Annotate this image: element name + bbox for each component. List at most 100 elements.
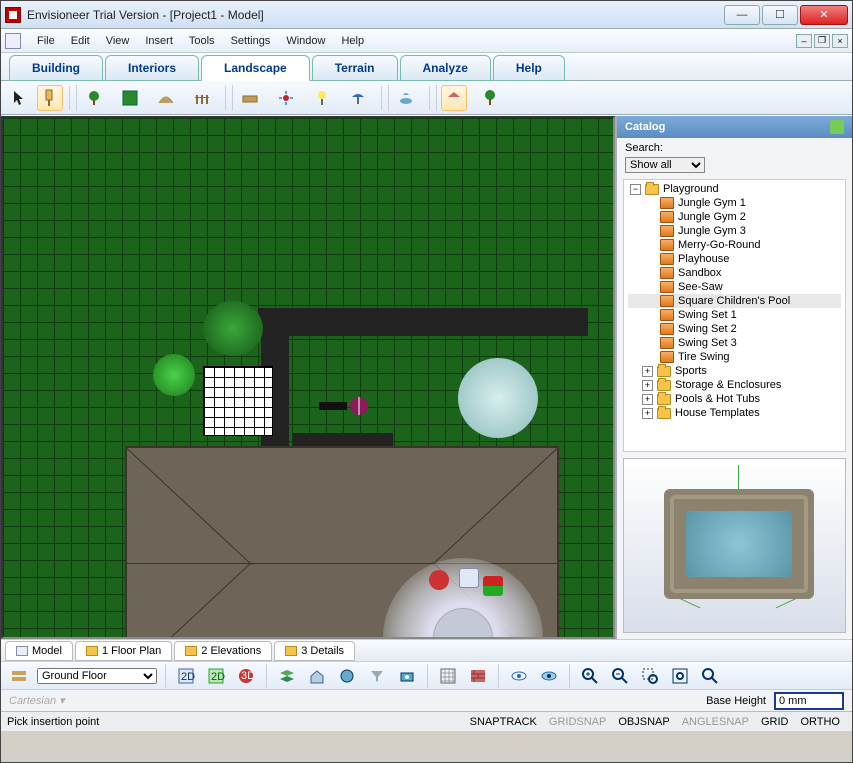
viewtab-details[interactable]: 3 Details xyxy=(274,641,355,661)
plants-tool[interactable] xyxy=(81,85,107,111)
tree-item[interactable]: Tire Swing xyxy=(628,350,841,364)
floor-select[interactable]: Ground Floor xyxy=(37,668,157,684)
coord-mode[interactable]: Cartesian ▾ xyxy=(9,694,65,707)
tree-item[interactable]: Playhouse xyxy=(628,252,841,266)
radial-center[interactable] xyxy=(433,608,493,639)
tree-item[interactable]: Swing Set 2 xyxy=(628,322,841,336)
select-tool[interactable] xyxy=(7,85,33,111)
snap-objsnap[interactable]: OBJSNAP xyxy=(612,714,675,730)
filter-button[interactable] xyxy=(365,664,389,688)
paint-tool[interactable] xyxy=(37,85,63,111)
view-2d-button[interactable]: 2D xyxy=(174,664,198,688)
shade-tool[interactable] xyxy=(345,85,371,111)
tree-item[interactable]: See-Saw xyxy=(628,280,841,294)
catalog-preview xyxy=(623,458,846,633)
tree-folder-playground[interactable]: −Playground xyxy=(628,182,841,196)
app-icon xyxy=(5,7,21,23)
menu-insert[interactable]: Insert xyxy=(137,32,181,50)
floor-icon[interactable] xyxy=(7,664,31,688)
zoom-fit-button[interactable] xyxy=(668,664,692,688)
tree-item[interactable]: Merry-Go-Round xyxy=(628,238,841,252)
camera-button[interactable] xyxy=(395,664,419,688)
expand-icon[interactable]: + xyxy=(642,394,653,405)
viewtab-elevations[interactable]: 2 Elevations xyxy=(174,641,272,661)
hatch-button[interactable] xyxy=(436,664,460,688)
tree-item[interactable]: Jungle Gym 3 xyxy=(628,224,841,238)
tree-item[interactable]: Jungle Gym 2 xyxy=(628,210,841,224)
radial-2d-icon[interactable] xyxy=(459,568,479,588)
edging-tool[interactable] xyxy=(153,85,179,111)
expand-icon[interactable]: + xyxy=(642,380,653,391)
lighting-tool[interactable] xyxy=(309,85,335,111)
tab-analyze[interactable]: Analyze xyxy=(400,55,491,81)
catalog-settings-icon[interactable] xyxy=(830,120,844,134)
expand-icon[interactable]: + xyxy=(642,366,653,377)
base-height-input[interactable] xyxy=(774,692,844,710)
tree-item[interactable]: Jungle Gym 1 xyxy=(628,196,841,210)
close-button[interactable]: ✕ xyxy=(800,5,848,25)
menu-view[interactable]: View xyxy=(98,32,138,50)
zoom-extra-button[interactable] xyxy=(698,664,722,688)
minimize-button[interactable]: — xyxy=(724,5,760,25)
snap-anglesnap[interactable]: ANGLESNAP xyxy=(676,714,755,730)
window-controls: — ☐ ✕ xyxy=(724,5,848,25)
menu-settings[interactable]: Settings xyxy=(223,32,279,50)
search-dropdown[interactable]: Show all xyxy=(625,157,705,173)
mdi-restore-button[interactable]: ❐ xyxy=(814,34,830,48)
tree-folder[interactable]: +Storage & Enclosures xyxy=(628,378,841,392)
tab-landscape[interactable]: Landscape xyxy=(201,55,310,81)
zoom-window-button[interactable] xyxy=(638,664,662,688)
snap-grid[interactable]: GRID xyxy=(755,714,795,730)
shrub-icon xyxy=(153,354,195,396)
tab-terrain[interactable]: Terrain xyxy=(312,55,398,81)
snap-ortho[interactable]: ORTHO xyxy=(794,714,846,730)
house-button[interactable] xyxy=(305,664,329,688)
tree-item[interactable]: Swing Set 1 xyxy=(628,308,841,322)
tab-help[interactable]: Help xyxy=(493,55,565,81)
tree-item[interactable]: Swing Set 3 xyxy=(628,336,841,350)
tab-building[interactable]: Building xyxy=(9,55,103,81)
water-tool[interactable] xyxy=(393,85,419,111)
snap-snaptrack[interactable]: SNAPTRACK xyxy=(464,714,543,730)
buildings-tool[interactable] xyxy=(441,85,467,111)
model-viewport[interactable] xyxy=(1,116,615,639)
fence-tool[interactable] xyxy=(189,85,215,111)
radial-swatch-icon[interactable] xyxy=(483,576,503,596)
tree-folder[interactable]: +Pools & Hot Tubs xyxy=(628,392,841,406)
expand-icon[interactable]: + xyxy=(642,408,653,419)
layers-button[interactable] xyxy=(275,664,299,688)
radial-3d-icon[interactable] xyxy=(429,570,449,590)
tree-folder[interactable]: +Sports xyxy=(628,364,841,378)
tree-tool[interactable] xyxy=(477,85,503,111)
viewtab-floorplan[interactable]: 1 Floor Plan xyxy=(75,641,172,661)
menu-edit[interactable]: Edit xyxy=(63,32,98,50)
irrigation-tool[interactable] xyxy=(273,85,299,111)
zoom-out-button[interactable] xyxy=(608,664,632,688)
maximize-button[interactable]: ☐ xyxy=(762,5,798,25)
folder-icon xyxy=(185,646,197,656)
collapse-icon[interactable]: − xyxy=(630,184,641,195)
view-3d-button[interactable]: 3D xyxy=(234,664,258,688)
menu-help[interactable]: Help xyxy=(333,32,372,50)
zoom-in-button[interactable] xyxy=(578,664,602,688)
eye-wire-button[interactable] xyxy=(507,664,531,688)
menu-window[interactable]: Window xyxy=(278,32,333,50)
menu-file[interactable]: File xyxy=(29,32,63,50)
fill-tool[interactable] xyxy=(117,85,143,111)
tab-interiors[interactable]: Interiors xyxy=(105,55,199,81)
mdi-close-button[interactable]: × xyxy=(832,34,848,48)
mdi-minimize-button[interactable]: – xyxy=(796,34,812,48)
tree-folder[interactable]: +House Templates xyxy=(628,406,841,420)
snap-gridsnap[interactable]: GRIDSNAP xyxy=(543,714,612,730)
globe-button[interactable] xyxy=(335,664,359,688)
object-icon xyxy=(660,351,674,363)
catalog-tree[interactable]: −Playground Jungle Gym 1Jungle Gym 2Jung… xyxy=(623,179,846,452)
deck-tool[interactable] xyxy=(237,85,263,111)
brick-button[interactable] xyxy=(466,664,490,688)
eye-solid-button[interactable] xyxy=(537,664,561,688)
tree-item[interactable]: Square Children's Pool xyxy=(628,294,841,308)
tree-item[interactable]: Sandbox xyxy=(628,266,841,280)
menu-tools[interactable]: Tools xyxy=(181,32,223,50)
viewtab-model[interactable]: Model xyxy=(5,641,73,661)
view-2d-shade-button[interactable]: 2D xyxy=(204,664,228,688)
